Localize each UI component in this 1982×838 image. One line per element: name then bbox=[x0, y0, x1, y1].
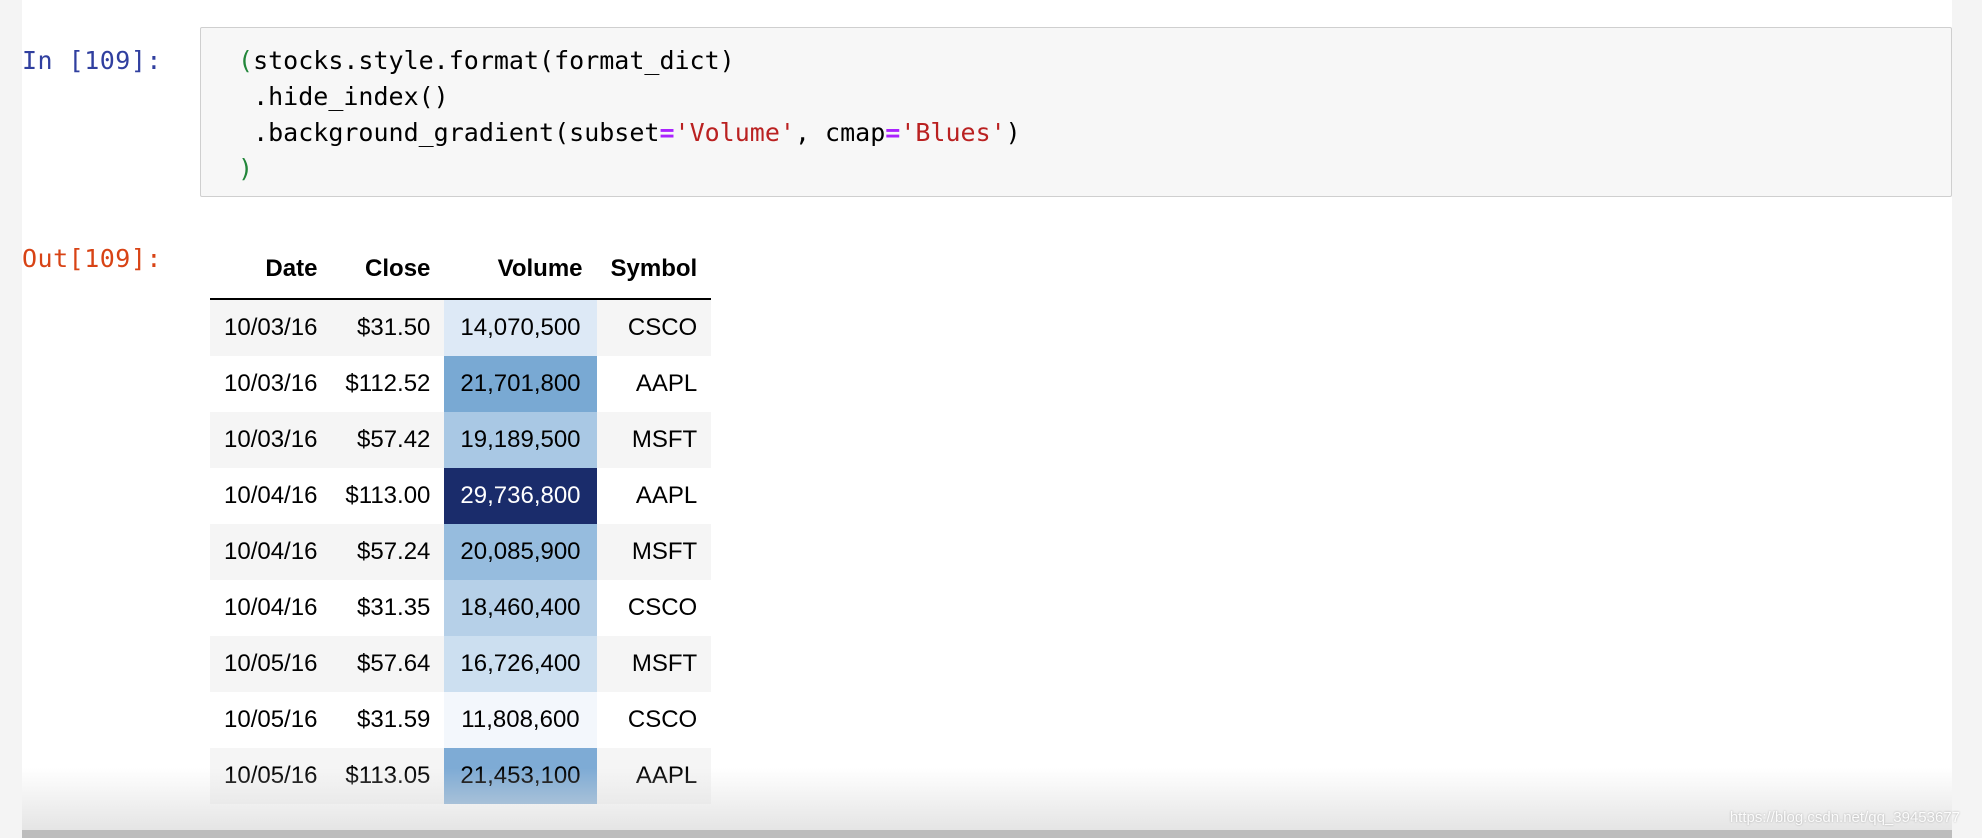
cell-symbol: AAPL bbox=[596, 748, 712, 804]
header-row: Date Close Volume Symbol bbox=[210, 240, 712, 300]
col-header-volume: Volume bbox=[444, 240, 597, 300]
close-paren: ) bbox=[238, 154, 254, 183]
code-line-1: (stocks.style.format(format_dict) bbox=[238, 43, 1951, 79]
cell-volume: 29,736,800 bbox=[444, 468, 597, 524]
left-margin bbox=[0, 0, 22, 838]
cell-close: $31.50 bbox=[331, 299, 445, 356]
cell-date: 10/04/16 bbox=[210, 580, 332, 636]
table-row: 10/05/16 $57.64 16,726,400 MSFT bbox=[210, 636, 712, 692]
equals-op-1: = bbox=[659, 118, 675, 147]
output-area: Date Close Volume Symbol 10/03/16 $31.50… bbox=[210, 240, 712, 804]
cell-volume: 11,808,600 bbox=[444, 692, 597, 748]
cell-symbol: MSFT bbox=[596, 412, 712, 468]
cell-volume: 16,726,400 bbox=[444, 636, 597, 692]
equals-op-2: = bbox=[885, 118, 901, 147]
bottom-divider bbox=[22, 830, 1952, 838]
right-margin bbox=[1952, 0, 1982, 838]
code-line-2: .hide_index() bbox=[238, 79, 1951, 115]
cell-date: 10/05/16 bbox=[210, 692, 332, 748]
table-row: 10/03/16 $31.50 14,070,500 CSCO bbox=[210, 299, 712, 356]
cell-symbol: CSCO bbox=[596, 692, 712, 748]
code-line-4: ) bbox=[238, 151, 1951, 187]
code-text-3-pre: .background_gradient(subset bbox=[253, 118, 660, 147]
string-volume: 'Volume' bbox=[674, 118, 795, 147]
cell-symbol: AAPL bbox=[596, 356, 712, 412]
notebook-page: In [109]: (stocks.style.format(format_di… bbox=[0, 0, 1982, 838]
styled-dataframe: Date Close Volume Symbol 10/03/16 $31.50… bbox=[210, 240, 712, 804]
table-row: 10/03/16 $57.42 19,189,500 MSFT bbox=[210, 412, 712, 468]
open-paren: ( bbox=[238, 46, 254, 75]
cell-symbol: MSFT bbox=[596, 636, 712, 692]
watermark: https://blog.csdn.net/qq_39453677 bbox=[1729, 809, 1960, 826]
cell-volume: 20,085,900 bbox=[444, 524, 597, 580]
cell-volume: 19,189,500 bbox=[444, 412, 597, 468]
cell-date: 10/03/16 bbox=[210, 356, 332, 412]
table-row: 10/05/16 $113.05 21,453,100 AAPL bbox=[210, 748, 712, 804]
cell-close: $31.59 bbox=[331, 692, 445, 748]
cell-symbol: CSCO bbox=[596, 580, 712, 636]
cell-date: 10/04/16 bbox=[210, 468, 332, 524]
code-line-3: .background_gradient(subset='Volume', cm… bbox=[238, 115, 1951, 151]
table-row: 10/04/16 $113.00 29,736,800 AAPL bbox=[210, 468, 712, 524]
code-text-3-post: ) bbox=[1005, 118, 1021, 147]
cell-symbol: MSFT bbox=[596, 524, 712, 580]
code-editor[interactable]: (stocks.style.format(format_dict) .hide_… bbox=[200, 27, 1952, 197]
col-header-close: Close bbox=[331, 240, 445, 300]
cell-close: $57.42 bbox=[331, 412, 445, 468]
table-row: 10/04/16 $31.35 18,460,400 CSCO bbox=[210, 580, 712, 636]
in-prompt: In [109]: bbox=[22, 46, 162, 75]
cell-date: 10/03/16 bbox=[210, 412, 332, 468]
cell-close: $57.24 bbox=[331, 524, 445, 580]
string-blues: 'Blues' bbox=[900, 118, 1006, 147]
col-header-date: Date bbox=[210, 240, 332, 300]
cell-close: $113.00 bbox=[331, 468, 445, 524]
code-cell[interactable]: In [109]: (stocks.style.format(format_di… bbox=[22, 27, 1952, 273]
cell-volume: 14,070,500 bbox=[444, 299, 597, 356]
cell-date: 10/04/16 bbox=[210, 524, 332, 580]
cell-symbol: AAPL bbox=[596, 468, 712, 524]
cell-close: $113.05 bbox=[331, 748, 445, 804]
code-text-2: .hide_index() bbox=[253, 82, 449, 111]
cell-close: $31.35 bbox=[331, 580, 445, 636]
table-row: 10/04/16 $57.24 20,085,900 MSFT bbox=[210, 524, 712, 580]
cell-close: $112.52 bbox=[331, 356, 445, 412]
table-row: 10/05/16 $31.59 11,808,600 CSCO bbox=[210, 692, 712, 748]
code-text-1: stocks.style.format(format_dict) bbox=[253, 46, 735, 75]
cell-close: $57.64 bbox=[331, 636, 445, 692]
cell-volume: 18,460,400 bbox=[444, 580, 597, 636]
cell-volume: 21,453,100 bbox=[444, 748, 597, 804]
cell-date: 10/05/16 bbox=[210, 748, 332, 804]
cell-volume: 21,701,800 bbox=[444, 356, 597, 412]
table-row: 10/03/16 $112.52 21,701,800 AAPL bbox=[210, 356, 712, 412]
code-text-3-mid: , cmap bbox=[794, 118, 886, 147]
col-header-symbol: Symbol bbox=[596, 240, 712, 300]
cell-date: 10/05/16 bbox=[210, 636, 332, 692]
cell-date: 10/03/16 bbox=[210, 299, 332, 356]
cell-symbol: CSCO bbox=[596, 299, 712, 356]
out-prompt: Out[109]: bbox=[22, 244, 162, 273]
